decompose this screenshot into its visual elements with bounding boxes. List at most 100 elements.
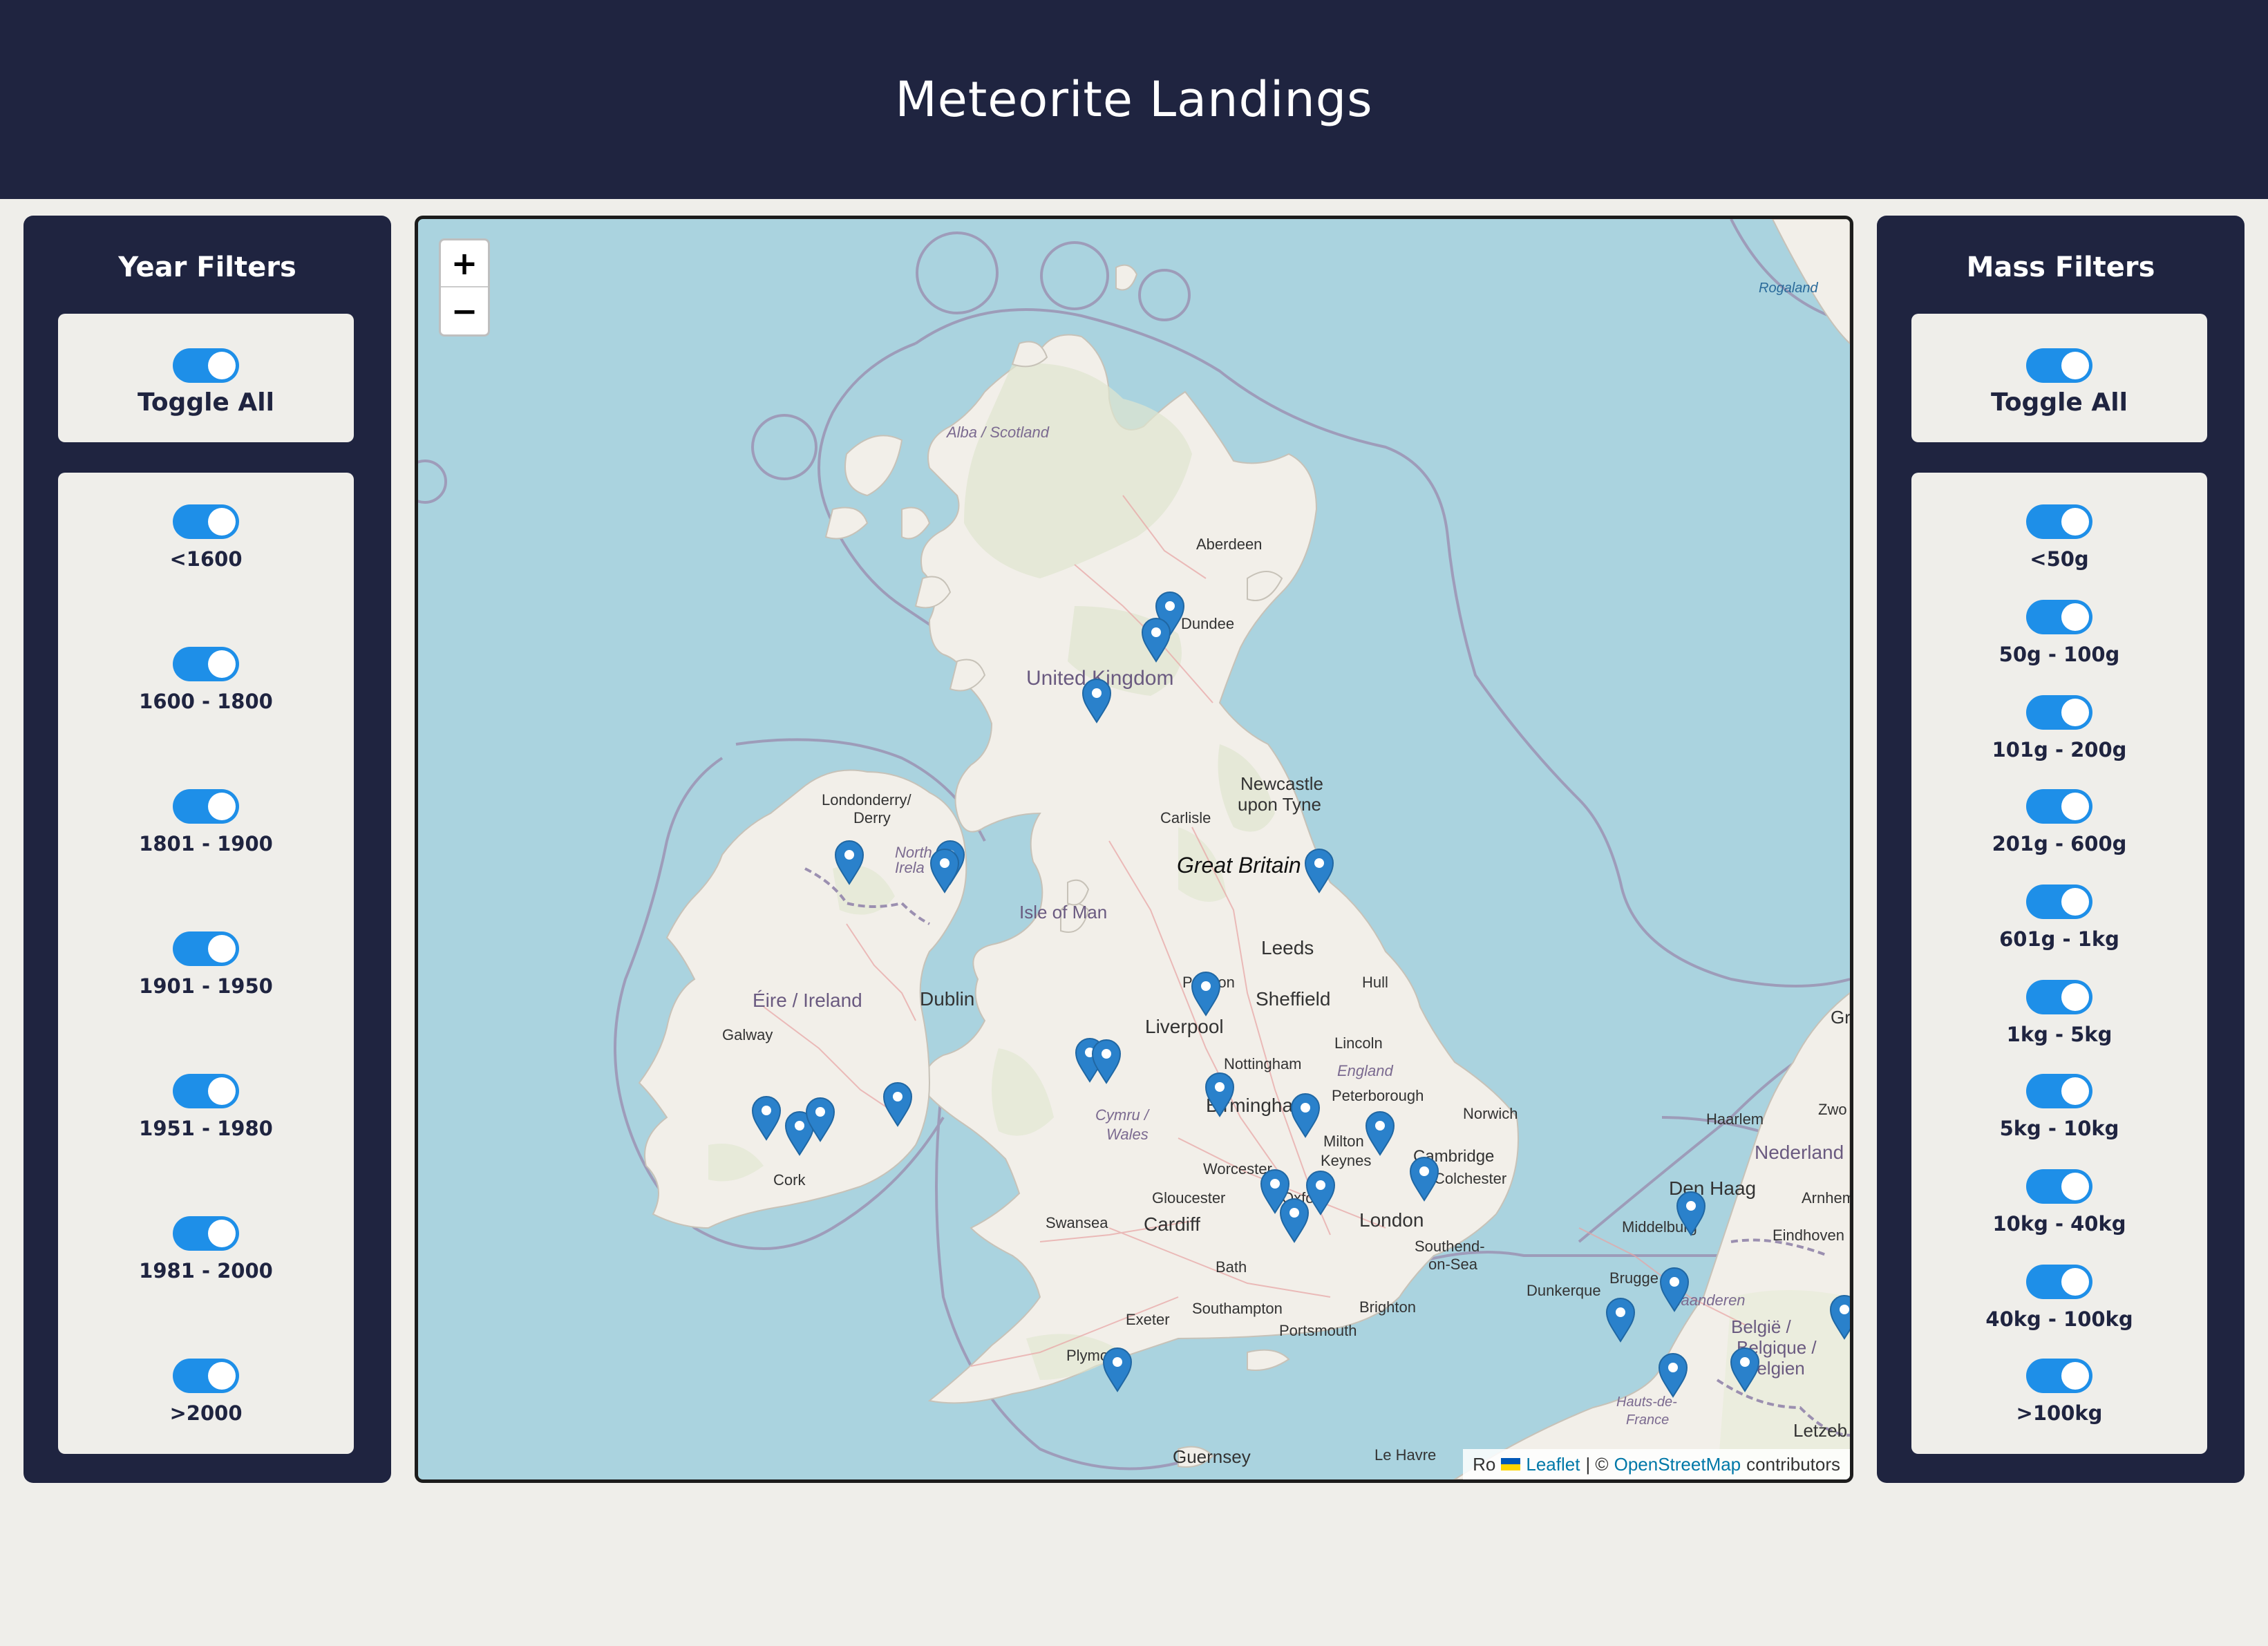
mass-filter-switch[interactable] [2026,695,2092,730]
mass-filter-switch[interactable] [2026,1265,2092,1299]
map-label: England [1337,1062,1394,1079]
switch-knob [2061,1077,2089,1105]
header: Meteorite Landings [0,0,2268,199]
year-filter-label: <1600 [169,547,243,571]
leaflet-link[interactable]: Leaflet [1526,1454,1580,1475]
map-label: Zwo [1818,1101,1847,1118]
switch-knob [2061,793,2089,820]
year-filter-label: 1600 - 1800 [139,690,273,713]
switch-knob [2061,352,2089,379]
mass-filter-item: <50g [1911,504,2207,574]
mass-filter-switch[interactable] [2026,1074,2092,1108]
year-toggle-all-switch[interactable] [173,348,239,383]
map-label: Isle of Man [1019,902,1107,923]
map-label: Nottingham [1224,1055,1302,1072]
mass-filter-switch[interactable] [2026,504,2092,539]
mass-filter-switch[interactable] [2026,1169,2092,1204]
map-label: Dunkerque [1527,1282,1601,1299]
mass-filter-switch[interactable] [2026,980,2092,1014]
map-label: Gloucester [1152,1189,1225,1207]
switch-knob [208,1220,236,1247]
year-toggle-all-card: Toggle All [58,314,354,442]
year-filter-switch[interactable] [173,504,239,539]
switch-knob [2061,603,2089,631]
year-filter-switch[interactable] [173,647,239,681]
attribution-suffix: contributors [1746,1453,1840,1475]
map-label: Dundee [1181,615,1234,632]
mass-filter-label: 40kg - 100kg [1985,1307,2133,1331]
map-label: Hauts-de- [1616,1394,1677,1410]
map-label: Le Havre [1374,1446,1436,1464]
mass-filter-item: 101g - 200g [1911,695,2207,764]
mass-filter-switch[interactable] [2026,1359,2092,1393]
map-label: Great Britain [1177,853,1301,878]
year-filter-item: 1981 - 2000 [58,1216,354,1285]
map-label: Dublin [920,988,974,1010]
map-label: Arnhem [1802,1189,1850,1207]
map-label: Haarlem [1706,1110,1764,1128]
year-filter-switch[interactable] [173,1359,239,1393]
zoom-control: + − [439,238,490,337]
map-label: France [1626,1412,1669,1428]
marker-icon[interactable] [1103,1347,1132,1392]
map-label: Galway [722,1026,773,1043]
switch-knob [208,352,236,379]
switch-knob [208,1362,236,1390]
mass-filter-switch[interactable] [2026,885,2092,919]
year-filter-item: <1600 [58,504,354,574]
map-label: Hull [1362,974,1388,991]
year-filter-item: >2000 [58,1359,354,1428]
map-label: België / [1731,1316,1791,1337]
mass-filter-switch[interactable] [2026,600,2092,634]
map-label: Cardiff [1144,1213,1200,1235]
map-label: Newcastle [1240,773,1323,794]
switch-knob [2061,1362,2089,1390]
map-label: Brighton [1359,1298,1416,1316]
mass-toggle-all-switch[interactable] [2026,348,2092,383]
year-filter-switch[interactable] [173,931,239,966]
ukraine-flag-icon [1501,1458,1521,1470]
map-label: Lincoln [1334,1034,1383,1052]
switch-knob [2061,983,2089,1011]
map-label: upon Tyne [1238,794,1321,815]
map-label: Swansea [1046,1214,1108,1231]
map-label: Irela [895,859,925,876]
year-filter-switch[interactable] [173,789,239,824]
mass-filter-switch[interactable] [2026,789,2092,824]
zoom-out-button[interactable]: − [441,287,488,334]
map-label: Letzeb [1793,1420,1847,1441]
year-filter-item: 1600 - 1800 [58,647,354,716]
mass-filter-label: 50g - 100g [1998,643,2120,666]
page-title: Meteorite Landings [895,71,1373,128]
year-filter-list: <1600 1600 - 1800 1801 - 1900 1901 - 195… [58,473,354,1454]
year-filters-panel: Year Filters Toggle All <1600 1600 - 180… [23,216,391,1483]
mass-filter-item: 40kg - 100kg [1911,1265,2207,1334]
year-filter-label: 1981 - 2000 [139,1259,273,1283]
map-label: Sheffield [1256,988,1330,1010]
map-label: Cork [773,1171,806,1189]
mass-filter-label: 10kg - 40kg [1992,1212,2126,1236]
map-label: Portsmouth [1279,1322,1357,1339]
map-label: Londonderry/ [822,791,912,808]
map-label: Rogaland [1759,281,1819,296]
map[interactable]: Rogaland Alba / Scotland Aberdeen Dundee… [415,216,1853,1483]
map-label: on-Sea [1428,1256,1478,1273]
osm-link[interactable]: OpenStreetMap [1614,1454,1741,1475]
map-label: Milton [1323,1133,1364,1150]
year-filter-switch[interactable] [173,1074,239,1108]
year-filter-switch[interactable] [173,1216,239,1251]
mass-toggle-all-label: Toggle All [1991,388,2128,417]
map-label: Gr [1831,1007,1850,1028]
year-toggle-all-label: Toggle All [138,388,274,417]
map-label: Southampton [1192,1300,1283,1317]
marker-icon[interactable] [1606,1298,1635,1342]
map-label: Leeds [1261,937,1314,958]
switch-knob [208,1077,236,1105]
mass-filter-label: 1kg - 5kg [2006,1023,2113,1046]
switch-knob [2061,888,2089,916]
zoom-in-button[interactable]: + [441,240,488,287]
map-label: Derry [853,809,891,826]
map-label: Guernsey [1173,1446,1251,1467]
mass-filter-label: >100kg [2016,1401,2103,1425]
switch-knob [208,935,236,963]
